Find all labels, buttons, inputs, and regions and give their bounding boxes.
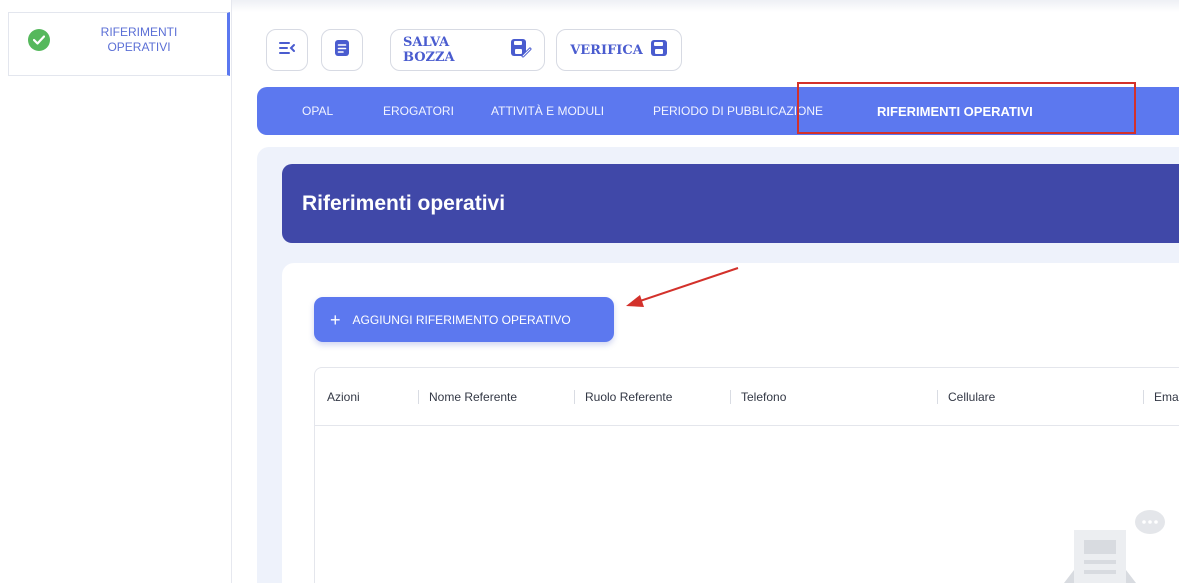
operational-references-table: Azioni Nome Referente Ruolo Referente Te… bbox=[314, 367, 1179, 583]
verify-label: VERIFICA bbox=[570, 42, 643, 58]
column-header-azioni[interactable]: Azioni bbox=[327, 368, 360, 426]
empty-inbox-icon bbox=[1064, 530, 1136, 583]
column-separator[interactable] bbox=[1143, 390, 1144, 404]
tab-opal[interactable]: OPAL bbox=[302, 87, 333, 135]
sidebar-item-label: RIFERIMENTI OPERATIVI bbox=[100, 25, 178, 54]
edit-save-icon bbox=[510, 38, 532, 62]
save-draft-label: SALVA BOZZA bbox=[403, 35, 455, 65]
tab-attivita-e-moduli[interactable]: ATTIVITÀ E MODULI bbox=[491, 87, 604, 135]
column-separator[interactable] bbox=[574, 390, 575, 404]
save-draft-button[interactable]: SALVA BOZZA bbox=[390, 29, 545, 71]
column-header-nome-referente[interactable]: Nome Referente bbox=[429, 368, 517, 426]
document-icon bbox=[334, 39, 350, 62]
page-title: Riferimenti operativi bbox=[302, 191, 506, 215]
column-header-cellulare[interactable]: Cellulare bbox=[948, 368, 995, 426]
annotation-arrow bbox=[626, 267, 739, 307]
column-header-email[interactable]: Ema bbox=[1154, 368, 1179, 426]
add-button-label: AGGIUNGI RIFERIMENTO OPERATIVO bbox=[352, 312, 571, 327]
floppy-disk-icon bbox=[650, 39, 668, 61]
section-header: Riferimenti operativi bbox=[282, 164, 1179, 243]
annotation-highlight-box bbox=[797, 82, 1136, 134]
sidebar-item-riferimenti-operativi[interactable]: RIFERIMENTI OPERATIVI bbox=[8, 12, 230, 76]
app-root: RIFERIMENTI OPERATIVI SALVA BOZZA VERIFI… bbox=[0, 0, 1179, 583]
column-separator[interactable] bbox=[730, 390, 731, 404]
collapse-menu-icon bbox=[278, 41, 296, 60]
collapse-menu-button[interactable] bbox=[266, 29, 308, 71]
sidebar: RIFERIMENTI OPERATIVI bbox=[0, 0, 232, 583]
column-header-ruolo-referente[interactable]: Ruolo Referente bbox=[585, 368, 672, 426]
verify-button[interactable]: VERIFICA bbox=[556, 29, 682, 71]
add-operational-reference-button[interactable]: + AGGIUNGI RIFERIMENTO OPERATIVO bbox=[314, 297, 614, 342]
tab-erogatori[interactable]: EROGATORI bbox=[383, 87, 454, 135]
plus-icon: + bbox=[330, 309, 341, 330]
table-header: Azioni Nome Referente Ruolo Referente Te… bbox=[315, 368, 1179, 426]
topbar bbox=[232, 0, 1179, 12]
document-button[interactable] bbox=[321, 29, 363, 71]
check-icon bbox=[28, 29, 50, 51]
column-separator[interactable] bbox=[418, 390, 419, 404]
column-separator[interactable] bbox=[937, 390, 938, 404]
column-header-telefono[interactable]: Telefono bbox=[741, 368, 786, 426]
